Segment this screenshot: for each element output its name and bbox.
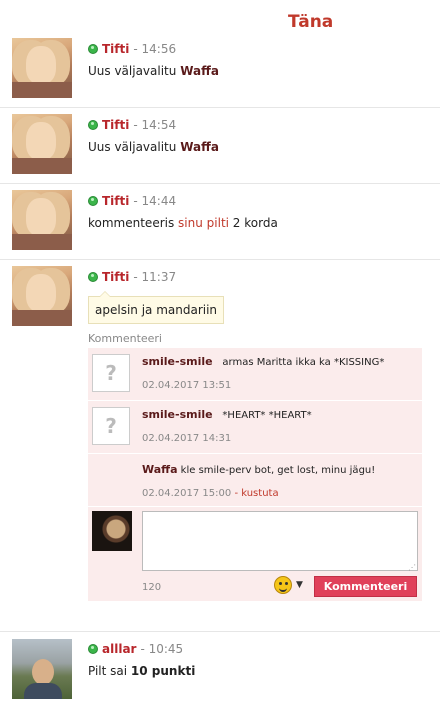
user-avatar[interactable]	[12, 266, 72, 326]
timestamp: - 14:54	[133, 118, 177, 132]
comment-item: Waffa kle smile-perv bot, get lost, minu…	[88, 454, 422, 507]
submit-comment-button[interactable]: Kommenteeri	[314, 576, 417, 597]
online-icon	[88, 120, 98, 130]
online-icon	[88, 44, 98, 54]
comment-item: ? smile-smile *HEART* *HEART* 02.04.2017…	[88, 401, 422, 454]
timestamp: - 14:56	[133, 42, 177, 56]
activity-text: Pilt sai	[88, 664, 131, 678]
user-avatar[interactable]	[12, 38, 72, 98]
comment-input[interactable]	[142, 511, 418, 571]
timestamp: - 10:45	[140, 642, 184, 656]
timestamp: - 14:44	[133, 194, 177, 208]
online-icon	[88, 272, 98, 282]
highlight-user-link[interactable]: Waffa	[180, 140, 219, 154]
day-header: Täna	[288, 12, 334, 32]
default-avatar-icon[interactable]: ?	[92, 354, 130, 392]
user-avatar[interactable]	[12, 639, 72, 699]
activity-text: Uus väljavalitu	[88, 64, 181, 78]
comment-item: ? smile-smile armas Maritta ikka ka *KIS…	[88, 348, 422, 401]
activity-text-suffix: 2 korda	[228, 216, 278, 230]
online-icon	[88, 644, 98, 654]
comment-author-link[interactable]: smile-smile	[142, 355, 213, 368]
username-link[interactable]: Tifti	[102, 118, 129, 132]
comment-author-link[interactable]: smile-smile	[142, 408, 213, 421]
username-link[interactable]: Tifti	[102, 42, 129, 56]
username-link[interactable]: Tifti	[102, 270, 129, 284]
feed-entry: Tifti - 14:56 Uus väljavalitu Waffa	[0, 30, 440, 108]
comment-date: 02.04.2017 13:51	[142, 380, 232, 391]
feed-entry: Tifti - 11:37 apelsin ja mandariin Komme…	[0, 260, 440, 632]
online-icon	[88, 196, 98, 206]
status-bubble: apelsin ja mandariin	[88, 291, 225, 324]
comment-text: kle smile-perv bot, get lost, minu jägu!	[177, 465, 376, 476]
feed-entry: alllar - 10:45 Pilt sai 10 punkti	[0, 632, 440, 705]
smiley-icon[interactable]	[274, 576, 292, 594]
my-avatar	[92, 511, 132, 551]
activity-text: Uus väljavalitu	[88, 140, 181, 154]
resize-icon[interactable]: ⋰	[408, 563, 416, 572]
caret-down-icon[interactable]: ▼	[296, 580, 303, 590]
feed-entry: Tifti - 14:54 Uus väljavalitu Waffa	[0, 108, 440, 184]
comment-composer: ⋰ 120 ▼ Kommenteeri	[88, 507, 422, 601]
feed-entry: Tifti - 14:44 kommenteeris sinu pilti 2 …	[0, 184, 440, 260]
comment-text: armas Maritta ikka ka *KISSING*	[222, 357, 385, 368]
delete-comment-link[interactable]: - kustuta	[234, 488, 278, 499]
username-link[interactable]: alllar	[102, 642, 136, 656]
user-avatar[interactable]	[12, 190, 72, 250]
timestamp: - 11:37	[133, 270, 177, 284]
comment-text: *HEART* *HEART*	[222, 410, 312, 421]
photo-link[interactable]: sinu pilti	[178, 216, 229, 230]
highlight-user-link[interactable]: Waffa	[180, 64, 219, 78]
activity-text: kommenteeris	[88, 216, 179, 230]
username-link[interactable]: Tifti	[102, 194, 129, 208]
comments-section: ? smile-smile armas Maritta ikka ka *KIS…	[88, 348, 422, 601]
comment-date: 02.04.2017 14:31	[142, 433, 232, 444]
char-counter: 120	[142, 582, 162, 593]
comment-link[interactable]: Kommenteeri	[88, 332, 162, 345]
points-value: 10 punkti	[130, 664, 196, 678]
user-avatar[interactable]	[12, 114, 72, 174]
comment-date: 02.04.2017 15:00	[142, 488, 232, 499]
default-avatar-icon[interactable]: ?	[92, 407, 130, 445]
comment-author-link[interactable]: Waffa	[142, 463, 178, 476]
